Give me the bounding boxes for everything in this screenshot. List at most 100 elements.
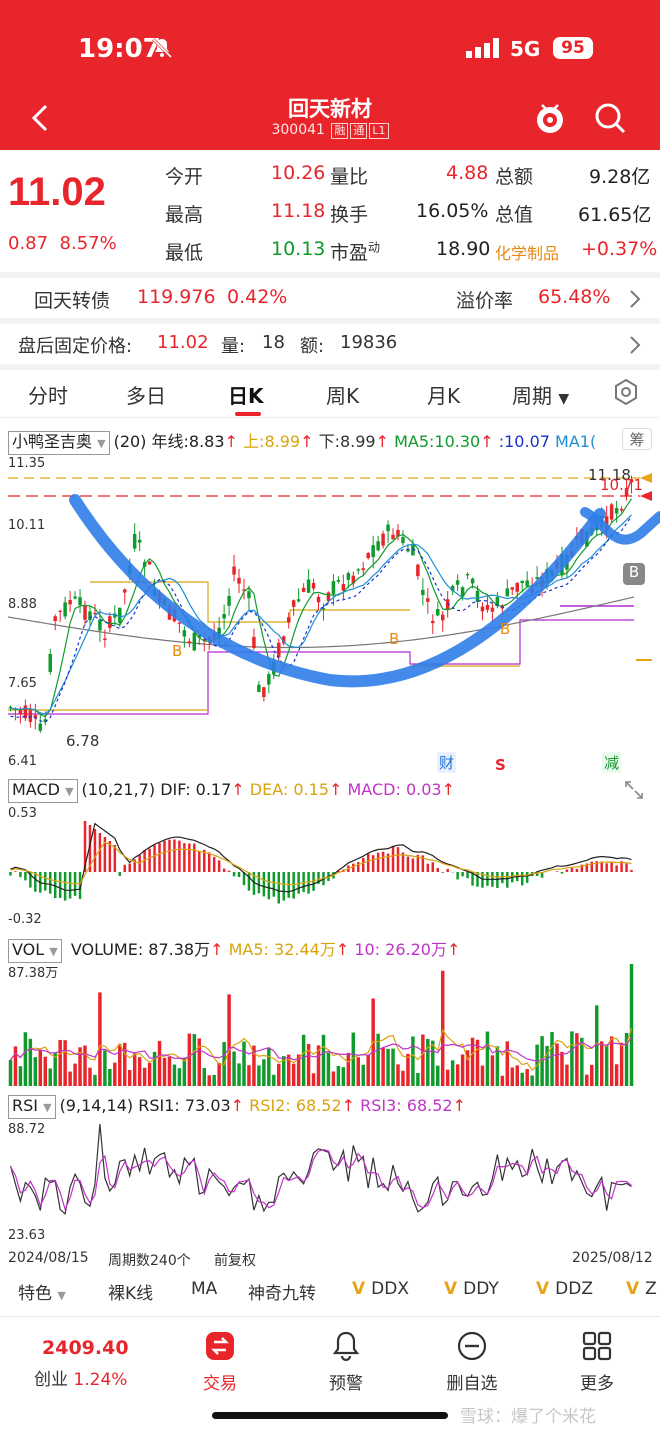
axis-start-date: 2024/08/15 (8, 1250, 89, 1266)
candle-body (88, 611, 92, 621)
reduce-event-marker[interactable]: 减 (602, 752, 622, 773)
volume-bar (58, 1039, 62, 1086)
candle-body (475, 590, 480, 602)
tool-ma[interactable]: MA (191, 1279, 217, 1299)
tab-daily-k[interactable]: 日K (228, 380, 264, 409)
candle-body (68, 599, 72, 605)
candle-body (53, 616, 57, 621)
volume-bar (311, 1073, 316, 1086)
sector-link[interactable]: 化学制品 (495, 240, 559, 264)
home-indicator (212, 1412, 448, 1419)
tag-connect: 通 (350, 123, 368, 139)
volume-chart[interactable] (0, 960, 660, 1090)
buy-marker: B (389, 630, 400, 648)
tool-ddx[interactable]: V DDX (352, 1279, 409, 1299)
volume-bar (416, 1072, 420, 1086)
candle-body (306, 579, 311, 593)
nav-more[interactable]: 更多 (557, 1329, 637, 1394)
candle-body (490, 607, 495, 612)
change-pct: 8.57% (59, 233, 117, 254)
tab-weekly-k[interactable]: 周K (326, 380, 359, 409)
macd-chart[interactable] (0, 802, 660, 932)
rsi-param: (9,14,14) (59, 1096, 134, 1115)
tab-multiday[interactable]: 多日 (126, 380, 166, 409)
volume-bar (147, 1062, 152, 1086)
tool-feature[interactable]: 特色 ▼ (18, 1279, 66, 1304)
chip-distribution-button[interactable]: 筹 (622, 428, 652, 450)
volume-bar (33, 1057, 38, 1086)
candle-body (222, 613, 226, 619)
tool-magic-nine[interactable]: 神奇九转 (248, 1279, 316, 1304)
settings-icon[interactable] (612, 378, 640, 406)
nav-trade[interactable]: 交易 (180, 1329, 260, 1394)
watermark: 雪球：爆了个米花 (460, 1407, 596, 1427)
tab-monthly-k[interactable]: 月K (427, 380, 460, 409)
candle-body (609, 504, 614, 520)
volume-bar (28, 1038, 33, 1086)
volume-bar (202, 1068, 206, 1086)
upper-band: 上:8.99 (243, 432, 301, 451)
macd-selector[interactable]: MACD ▼ (8, 779, 78, 803)
candle-body (187, 641, 192, 643)
tool-ddy[interactable]: V DDY (444, 1279, 499, 1299)
after-hours-row[interactable]: 盘后固定价格: 11.02 量: 18 额: 19836 (0, 324, 660, 364)
bond-pct: 0.42% (227, 286, 288, 308)
volume-bar (8, 1059, 13, 1086)
candle-body (311, 582, 316, 589)
kline-indicator-line: 小鸭圣吉奥 ▼ (20) 年线:8.83↑ 上:8.99↑ 下:8.99↑ MA5… (8, 428, 628, 455)
macd-indicator-line: MACD ▼ (10,21,7) DIF: 0.17↑ DEA: 0.15↑ MA… (8, 779, 648, 803)
volume-bar (590, 1064, 594, 1086)
candle-body (123, 589, 127, 593)
axis-adjust-mode[interactable]: 前复权 (214, 1250, 256, 1270)
candle-body (485, 605, 490, 610)
candle-body (366, 553, 370, 558)
index-value[interactable]: 2409.40 (42, 1337, 129, 1359)
rsi1-value: RSI1: 73.03 (138, 1096, 231, 1115)
finance-event-marker[interactable]: 财 (437, 752, 457, 773)
volume-bar (63, 1040, 67, 1086)
bell-off-icon (151, 37, 173, 59)
candle-body (262, 687, 266, 697)
nav-remove-watchlist[interactable]: 删自选 (432, 1329, 512, 1394)
volume-bar (550, 1031, 554, 1086)
candle-body (440, 614, 445, 621)
candle-body (376, 541, 380, 551)
volume-bar (212, 1074, 216, 1086)
nav-alert[interactable]: 预警 (306, 1329, 386, 1394)
rsi-selector[interactable]: RSI ▼ (8, 1095, 56, 1119)
volume-bar (187, 1033, 192, 1086)
volume-bar (401, 1070, 405, 1086)
candle-body (132, 533, 137, 549)
volume-bar (560, 1051, 564, 1086)
tab-period[interactable]: 周期 ▼ (512, 380, 569, 409)
macd-value: MACD: 0.03 (347, 780, 442, 799)
minus-circle-icon (457, 1331, 487, 1361)
volume-bar (585, 1074, 589, 1086)
robot-assistant-icon[interactable] (532, 100, 568, 136)
candle-body (58, 610, 62, 612)
active-tab-indicator (235, 412, 261, 416)
convertible-bond-row[interactable]: 回天转债 119.976 0.42% 溢价率 65.48% (0, 278, 660, 318)
lower-band: 下:8.99 (318, 432, 376, 451)
search-icon[interactable] (592, 100, 628, 136)
tool-naked-k[interactable]: 裸K线 (108, 1279, 153, 1304)
tool-z[interactable]: VZ (626, 1279, 657, 1299)
volume-bar (421, 1034, 425, 1086)
tool-ddz[interactable]: V DDZ (536, 1279, 593, 1299)
volume-bar (565, 1064, 569, 1086)
volume-bar (366, 1054, 370, 1086)
tab-intraday[interactable]: 分时 (28, 380, 68, 409)
candle-body (455, 580, 460, 585)
index-name[interactable]: 创业 1.24% (34, 1365, 127, 1390)
candle-body (103, 638, 107, 640)
volume-bar (98, 992, 102, 1086)
candle-body (296, 599, 301, 602)
expand-icon[interactable] (624, 780, 644, 800)
rsi-chart[interactable] (0, 1118, 660, 1246)
volume-bar (272, 1074, 276, 1086)
market-cap-label: 总值 (495, 204, 534, 226)
volume-bar (172, 1064, 177, 1086)
candle-body (93, 612, 97, 615)
kline-chart[interactable] (0, 452, 660, 772)
market-cap-value: 61.65亿 (578, 204, 652, 226)
